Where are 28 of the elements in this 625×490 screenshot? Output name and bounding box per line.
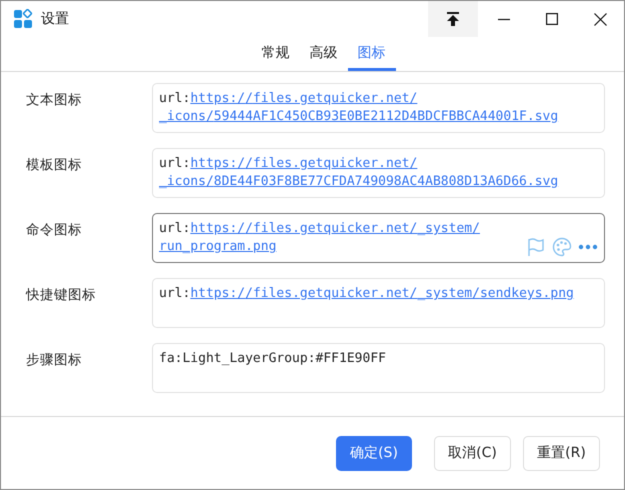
- window-title: 设置: [41, 10, 70, 28]
- field-label: 文本图标: [26, 91, 83, 109]
- pin-button[interactable]: [428, 1, 478, 37]
- field-label: 命令图标: [26, 221, 83, 239]
- tab[interactable]: 常规: [252, 37, 300, 71]
- more-icon[interactable]: [578, 244, 598, 250]
- input-field[interactable]: url:https://files.getquicker.net/_icons/8DE44F03F8BE77CFDA749098AC4AB808D13A6D66.svg: [152, 148, 605, 198]
- tab[interactable]: 高级: [300, 37, 348, 71]
- field-label: 步骤图标: [26, 351, 83, 369]
- confirm-button[interactable]: 确定(S): [336, 436, 412, 470]
- input-field[interactable]: fa:Light_LayerGroup:#FF1E90FF: [152, 343, 605, 393]
- close-icon[interactable]: [594, 12, 606, 26]
- pin-icon[interactable]: [446, 11, 460, 27]
- tab[interactable]: 图标: [348, 37, 396, 71]
- field-value: fa:Light_LayerGroup:#FF1E90FF: [159, 350, 387, 368]
- field-value: url:https://files.getquicker.net/_system/sendkeys.png: [159, 285, 575, 303]
- field-value: url:https://files.getquicker.net/_system/run_program.png: [159, 220, 481, 256]
- input-field[interactable]: url:https://files.getquicker.net/_icons/59444AF1C450CB93E0BE2112D4BDCFBBCA44001F.svg: [152, 83, 605, 133]
- dialog-button[interactable]: 重置(R): [523, 436, 600, 470]
- field-value: url:https://files.getquicker.net/_icons/8DE44F03F8BE77CFDA749098AC4AB808D13A6D66.svg: [159, 155, 560, 191]
- maximize-icon[interactable]: [546, 13, 558, 25]
- input-field[interactable]: url:https://files.getquicker.net/_system/run_program.png: [152, 213, 605, 263]
- input-field[interactable]: url:https://files.getquicker.net/_system/sendkeys.png: [152, 278, 605, 328]
- dialog-button[interactable]: 取消(C): [434, 436, 511, 470]
- app-logo-icon: [13, 9, 33, 29]
- field-value: url:https://files.getquicker.net/_icons/59444AF1C450CB93E0BE2112D4BDCFBBCA44001F.svg: [159, 90, 560, 126]
- field-label: 快捷键图标: [26, 286, 97, 304]
- field-label: 模板图标: [26, 156, 83, 174]
